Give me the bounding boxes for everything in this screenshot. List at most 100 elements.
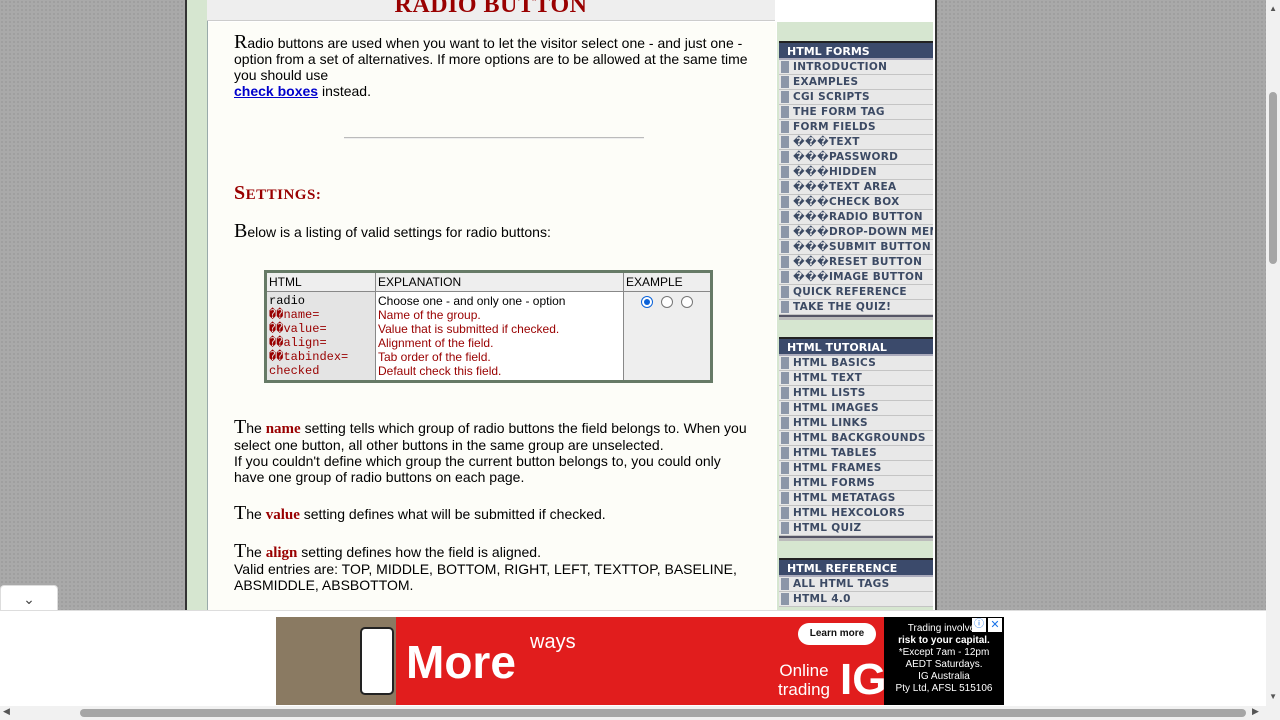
sidebar-item-reference[interactable]: ALL HTML TAGS (779, 577, 933, 592)
chevron-down-icon: ⌄ (23, 591, 35, 607)
sidebar-item-forms[interactable]: ���IMAGE BUTTON (779, 270, 933, 285)
intro-after-link: instead. (318, 83, 371, 99)
below-paragraph: Below is a listing of valid settings for… (234, 220, 754, 242)
explanation-cell: Choose one - and only one - option Name … (375, 291, 624, 382)
example-radio-checked[interactable] (641, 295, 653, 308)
sidebar-item-forms[interactable]: TAKE THE QUIZ! (779, 300, 933, 315)
ad-close-icon[interactable]: ✕ (988, 618, 1002, 632)
align-pre: he (246, 544, 266, 560)
sidebar-item-tutorial[interactable]: HTML LISTS (779, 386, 933, 401)
sidebar-item-tutorial[interactable]: HTML TEXT (779, 371, 933, 386)
value-text: setting defines what will be submitted i… (299, 506, 606, 522)
name-pre: he (246, 420, 266, 436)
sidebar-item-tutorial[interactable]: HTML IMAGES (779, 401, 933, 416)
sidebar-item-forms[interactable]: ���TEXT (779, 135, 933, 150)
sidebar-item-forms[interactable]: ���DROP-DOWN MENU (779, 225, 933, 240)
sidebar-item-reference[interactable]: HTML 4.0 (779, 592, 933, 607)
article: Radio buttons are used when you want to … (234, 31, 754, 593)
ad-subheadline: ways (530, 631, 576, 653)
example-radio[interactable] (681, 295, 693, 308)
horizontal-scroll-thumb[interactable] (80, 709, 1246, 717)
sidebar-item-forms[interactable]: QUICK REFERENCE (779, 285, 933, 300)
align-text-2: Valid entries are: TOP, MIDDLE, BOTTOM, … (234, 561, 737, 593)
sidebar-item-forms[interactable]: CGI SCRIPTS (779, 90, 933, 105)
ad-risk-line: IG Australia (918, 671, 970, 682)
horizontal-scrollbar[interactable]: ◀ ▶ (0, 706, 1266, 720)
main-content: Radio buttons are used when you want to … (208, 22, 776, 610)
sidebar-item-tutorial[interactable]: HTML BACKGROUNDS (779, 431, 933, 446)
sidebar-item-forms[interactable]: ���SUBMIT BUTTON (779, 240, 933, 255)
below-text: elow is a listing of valid settings for … (247, 224, 551, 240)
sidebar-item-forms[interactable]: ���RESET BUTTON (779, 255, 933, 270)
scroll-up-icon[interactable]: ▲ (1269, 4, 1277, 13)
sidebar-item-tutorial[interactable]: HTML METATAGS (779, 491, 933, 506)
ad-info-icon[interactable]: ⓘ (972, 618, 986, 632)
scroll-left-icon[interactable]: ◀ (3, 706, 10, 717)
sidebar: HTML FORMS INTRODUCTION EXAMPLES CGI SCRIP… (777, 22, 933, 610)
value-keyword: value (265, 507, 300, 523)
align-dropcap: T (234, 540, 247, 562)
vertical-scroll-thumb[interactable] (1269, 92, 1277, 264)
sidebar-item-forms[interactable]: INTRODUCTION (779, 60, 933, 75)
expl-line: Tab order of the field. (378, 350, 491, 364)
sidebar-item-forms[interactable]: ���TEXT AREA (779, 180, 933, 195)
sidebar-heading-tutorial: HTML TUTORIAL (779, 337, 933, 356)
sidebar-item-forms[interactable]: ���PASSWORD (779, 150, 933, 165)
name-text-2: If you couldn't define which group the c… (234, 453, 721, 485)
html-code-cell: radio ��name= ��value= ��align= ��tabind… (265, 291, 376, 382)
advertisement[interactable]: More ways Learn more Online trading IG T… (276, 617, 1004, 705)
vertical-scrollbar[interactable]: ▲ ▼ (1266, 0, 1280, 720)
name-text: setting tells which group of radio butto… (234, 420, 747, 453)
sidebar-item-tutorial[interactable]: HTML QUIZ (779, 521, 933, 536)
sidebar-section-forms: HTML FORMS INTRODUCTION EXAMPLES CGI SCRIP… (779, 41, 933, 320)
align-keyword: align (265, 545, 298, 561)
ad-bar: More ways Learn more Online trading IG T… (0, 610, 1266, 707)
scroll-right-icon[interactable]: ▶ (1252, 706, 1259, 717)
ad-collapse-button[interactable]: ⌄ (0, 585, 58, 612)
settings-heading: SETTINGS: (234, 182, 754, 204)
sidebar-item-forms[interactable]: THE FORM TAG (779, 105, 933, 120)
align-paragraph: The align setting defines how the field … (234, 540, 754, 593)
sidebar-item-tutorial[interactable]: HTML FORMS (779, 476, 933, 491)
title-bar: RADIO BUTTON (207, 0, 775, 21)
settings-heading-cap: S (234, 182, 246, 204)
table-header: HTML (265, 271, 376, 292)
ad-learn-more-button[interactable]: Learn more (798, 623, 876, 645)
expl-line: Choose one - and only one - option (378, 294, 566, 308)
ad-risk-line: risk to your capital. (898, 635, 990, 646)
sidebar-item-forms[interactable]: EXAMPLES (779, 75, 933, 90)
sidebar-item-forms[interactable]: ���RADIO BUTTON (779, 210, 933, 225)
sidebar-section-end (779, 315, 933, 320)
page-title: RADIO BUTTON (394, 0, 588, 18)
code-line: radio (269, 294, 306, 308)
sidebar-item-tutorial[interactable]: HTML BASICS (779, 356, 933, 371)
intro-text: adio buttons are used when you want to l… (234, 35, 748, 83)
expl-line: Value that is submitted if checked. (378, 322, 560, 336)
check-boxes-link[interactable]: check boxes (234, 83, 318, 99)
example-radio[interactable] (661, 295, 673, 308)
example-cell (623, 291, 712, 382)
sidebar-item-forms[interactable]: ���HIDDEN (779, 165, 933, 180)
sidebar-section-tutorial: HTML TUTORIAL HTML BASICS HTML TEXT HTML L… (779, 337, 933, 541)
sidebar-section-reference: HTML REFERENCE ALL HTML TAGS HTML 4.0 (779, 558, 933, 607)
left-strip (187, 0, 208, 610)
intro-paragraph: Radio buttons are used when you want to … (234, 31, 754, 99)
sidebar-heading-forms: HTML FORMS (779, 41, 933, 60)
sidebar-item-tutorial[interactable]: HTML FRAMES (779, 461, 933, 476)
scroll-down-icon[interactable]: ▼ (1269, 692, 1277, 701)
code-line: ��value= (269, 322, 327, 336)
ad-risk-line: Pty Ltd, AFSL 515106 (895, 683, 993, 694)
value-paragraph: The value setting defines what will be s… (234, 503, 754, 523)
ad-online-trading: Online trading (778, 661, 830, 699)
sidebar-section-end (779, 536, 933, 541)
sidebar-item-forms[interactable]: FORM FIELDS (779, 120, 933, 135)
sidebar-item-tutorial[interactable]: HTML TABLES (779, 446, 933, 461)
sidebar-item-tutorial[interactable]: HTML LINKS (779, 416, 933, 431)
sidebar-item-forms[interactable]: ���CHECK BOX (779, 195, 933, 210)
sidebar-item-tutorial[interactable]: HTML HEXCOLORS (779, 506, 933, 521)
below-dropcap: B (234, 220, 248, 242)
sidebar-heading-reference: HTML REFERENCE (779, 558, 933, 577)
expl-line: Default check this field. (378, 364, 502, 378)
intro-dropcap: R (234, 31, 248, 53)
name-paragraph: The name setting tells which group of ra… (234, 417, 754, 485)
